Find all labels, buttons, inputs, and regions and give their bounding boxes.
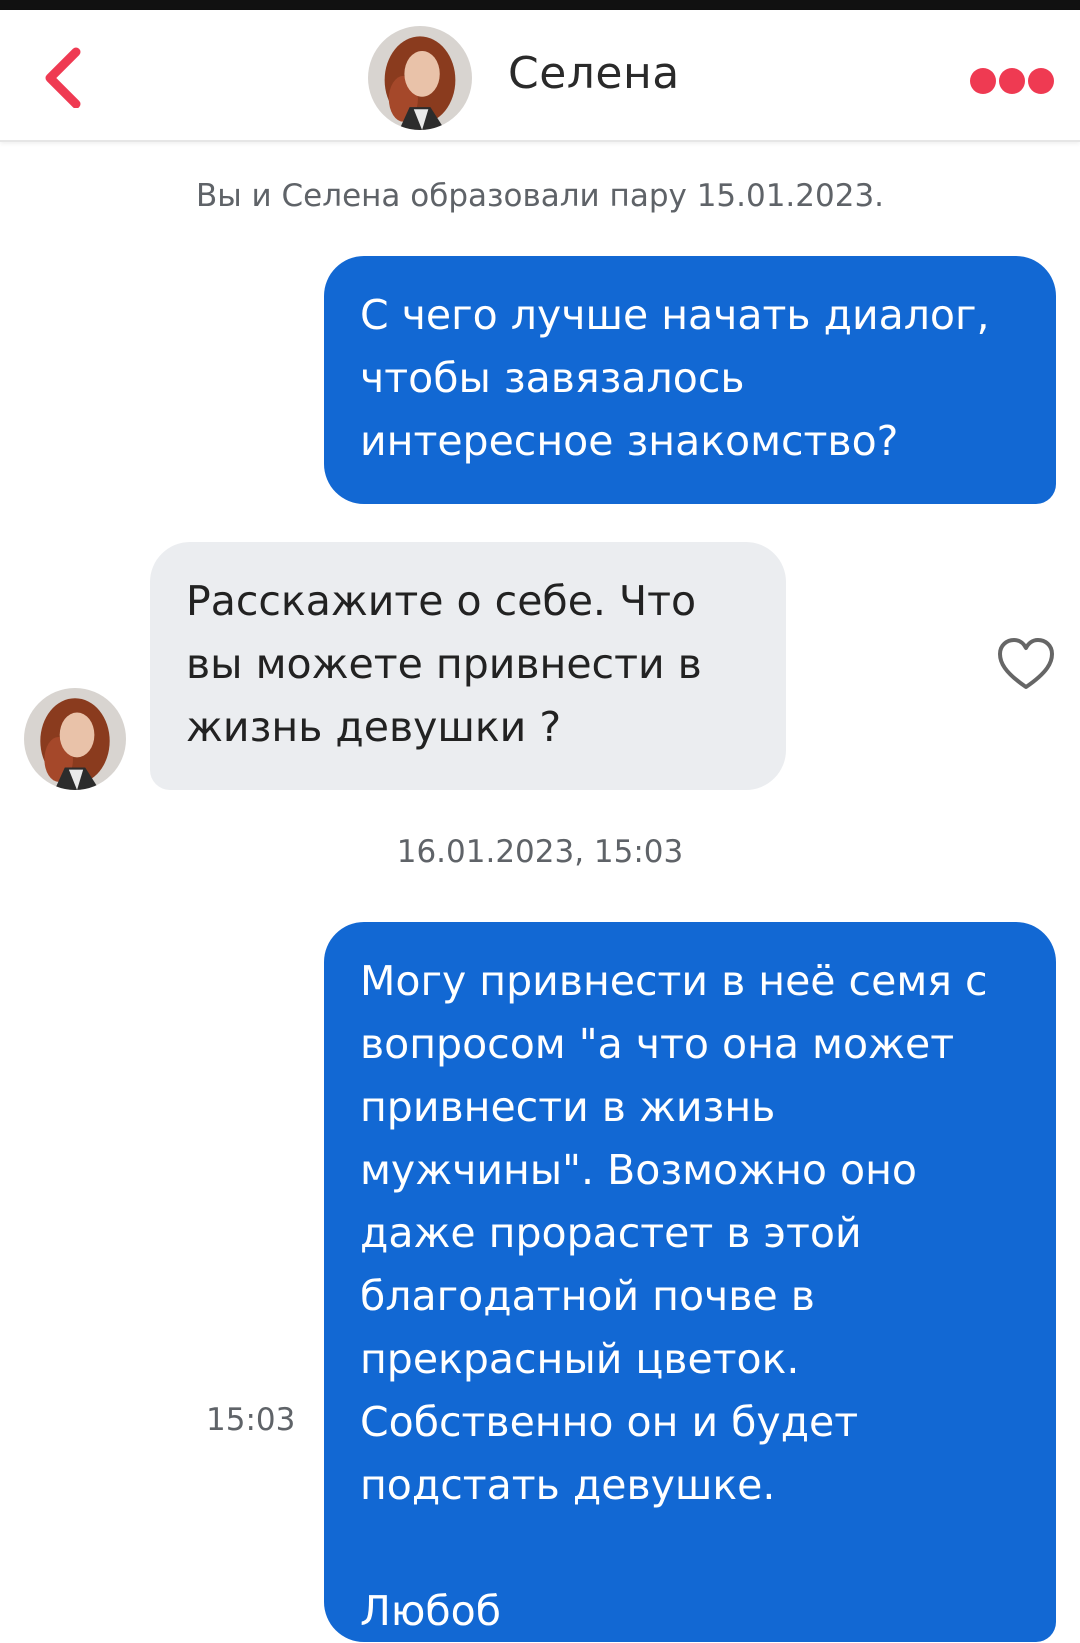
contact-name[interactable]: Селена	[508, 48, 680, 99]
match-note: Вы и Селена образовали пару 15.01.2023.	[195, 178, 885, 214]
heart-outline-icon	[998, 638, 1054, 689]
message-incoming[interactable]: Расскажите о себе. Что вы можете привнес…	[150, 542, 786, 790]
message-outgoing[interactable]: С чего лучше начать диалог, чтобы завяза…	[324, 256, 1056, 504]
message-timestamp: 15:03	[206, 1402, 296, 1438]
contact-avatar[interactable]	[368, 26, 472, 130]
more-dots-icon	[970, 68, 996, 94]
chevron-left-icon	[45, 47, 81, 109]
back-button[interactable]	[36, 44, 96, 109]
more-dots-icon	[1028, 68, 1054, 94]
more-dots-icon	[999, 68, 1025, 94]
more-options-button[interactable]	[970, 66, 1058, 98]
message-outgoing[interactable]: Могу привнести в неё семя с вопросом "а …	[324, 922, 1056, 1642]
sender-avatar[interactable]	[24, 688, 126, 790]
chat-header: Селена	[0, 10, 1080, 142]
date-separator: 16.01.2023, 15:03	[396, 834, 684, 870]
avatar-photo	[24, 688, 126, 790]
like-button[interactable]	[996, 636, 1056, 692]
status-bar-strip	[0, 0, 1080, 10]
avatar-photo	[368, 26, 472, 130]
